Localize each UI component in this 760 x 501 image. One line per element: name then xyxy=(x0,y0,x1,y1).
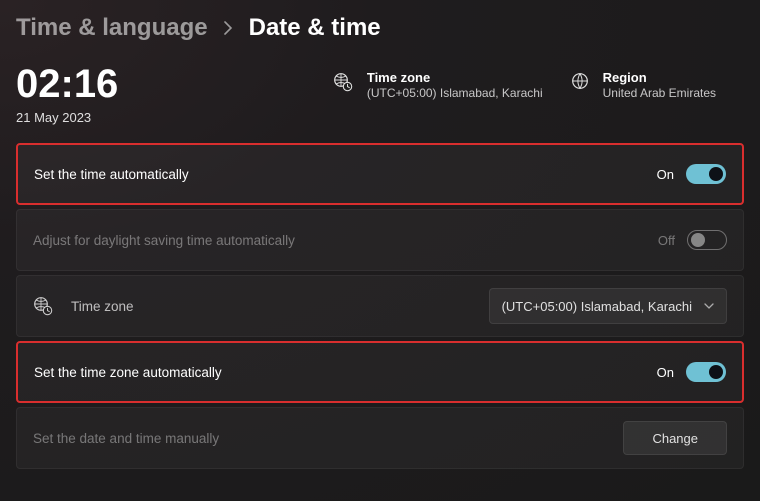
toggle-adjust-dst xyxy=(687,230,727,250)
globe-clock-icon xyxy=(333,72,353,92)
timezone-select[interactable]: (UTC+05:00) Islamabad, Karachi xyxy=(489,288,727,324)
row-label: Set the time zone automatically xyxy=(34,365,657,380)
chevron-down-icon xyxy=(704,303,714,309)
globe-clock-icon xyxy=(33,296,53,316)
row-label: Adjust for daylight saving time automati… xyxy=(33,233,658,248)
row-timezone: Time zone (UTC+05:00) Islamabad, Karachi xyxy=(16,275,744,337)
row-label: Set the date and time manually xyxy=(33,431,623,446)
breadcrumb-current: Date & time xyxy=(249,14,381,42)
change-button[interactable]: Change xyxy=(623,421,727,455)
header-region: Region United Arab Emirates xyxy=(571,70,716,100)
toggle-state-text: On xyxy=(657,167,674,182)
clock-date: 21 May 2023 xyxy=(16,110,333,125)
breadcrumb: Time & language Date & time xyxy=(16,14,744,42)
row-set-manually: Set the date and time manually Change xyxy=(16,407,744,469)
header-region-title: Region xyxy=(603,70,716,85)
chevron-right-icon xyxy=(224,21,233,35)
timezone-select-value: (UTC+05:00) Islamabad, Karachi xyxy=(502,299,692,314)
row-label: Time zone xyxy=(71,299,489,314)
toggle-state-text: Off xyxy=(658,233,675,248)
row-adjust-dst: Adjust for daylight saving time automati… xyxy=(16,209,744,271)
toggle-set-timezone-automatically[interactable] xyxy=(686,362,726,382)
breadcrumb-parent[interactable]: Time & language xyxy=(16,14,208,42)
toggle-state-text: On xyxy=(657,365,674,380)
header-timezone-title: Time zone xyxy=(367,70,543,85)
row-set-timezone-automatically: Set the time zone automatically On xyxy=(16,341,744,403)
header-timezone-value: (UTC+05:00) Islamabad, Karachi xyxy=(367,86,543,100)
header-timezone: Time zone (UTC+05:00) Islamabad, Karachi xyxy=(333,70,543,100)
header-info: 02:16 21 May 2023 Time zone (UTC+05:00) … xyxy=(16,64,744,125)
clock-time: 02:16 xyxy=(16,64,333,104)
toggle-set-time-automatically[interactable] xyxy=(686,164,726,184)
row-label: Set the time automatically xyxy=(34,167,657,182)
row-set-time-automatically: Set the time automatically On xyxy=(16,143,744,205)
header-region-value: United Arab Emirates xyxy=(603,86,716,100)
globe-icon xyxy=(571,72,589,90)
